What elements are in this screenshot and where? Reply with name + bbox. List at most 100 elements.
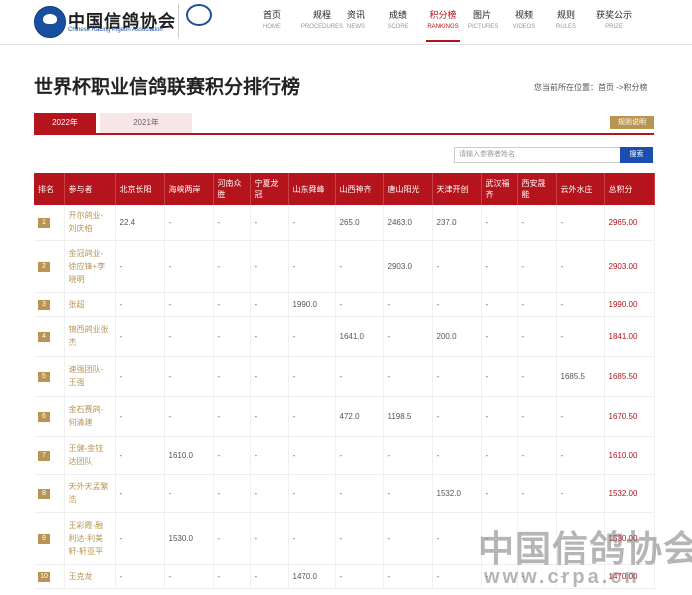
column-header: 唐山阳光 — [383, 173, 433, 205]
score-cell: - — [250, 356, 289, 397]
score-cell: - — [164, 292, 214, 317]
participant-name[interactable]: 王彩霞-融利达-利美轩-轩亚平 — [64, 512, 116, 565]
nav-item-rankings[interactable]: 积分榜 RANKINGS — [426, 8, 460, 42]
score-cell: 1685.5 — [556, 356, 605, 397]
nav-item-score[interactable]: 成绩 SCORE — [384, 8, 412, 42]
participant-name[interactable]: 速强团队-王强 — [64, 356, 116, 397]
score-cell: 1198.5 — [383, 396, 433, 437]
score-cell: - — [432, 240, 482, 293]
score-cell: - — [383, 512, 433, 565]
score-cell: 237.0 — [432, 205, 482, 241]
score-cell: - — [517, 292, 557, 317]
nav-label: 图片 — [472, 10, 491, 20]
rank-badge: 1 — [38, 217, 50, 228]
page-title: 世界杯职业信鸽联赛积分排行榜 — [34, 77, 301, 98]
table-row: 10 王克龙 - - - -1470.0- - - - - -1470.00 — [34, 564, 655, 589]
score-cell: - — [432, 564, 482, 589]
score-cell: 472.0 — [335, 396, 384, 437]
rank-badge: 6 — [38, 411, 50, 422]
nav-item-prize[interactable]: 获奖公示 PRIZE — [594, 8, 634, 42]
search-button[interactable]: 搜索 — [620, 147, 653, 163]
score-cell: - — [556, 292, 605, 317]
score-cell: - — [250, 205, 289, 241]
nav-item-procedures[interactable]: 规程 PROCEDURES — [300, 8, 344, 42]
nav-label: 成绩 — [388, 10, 407, 20]
score-cell: - — [432, 512, 482, 565]
score-cell: - — [517, 474, 557, 513]
score-cell: - — [432, 356, 482, 397]
score-cell: - — [335, 356, 384, 397]
breadcrumb-prefix: 您当前所在位置： — [534, 83, 598, 92]
table-row: 4 锦西鸽业张杰 - - - - -1641.0-200.0- - -1841.00 — [34, 316, 655, 357]
participant-name[interactable]: 张超 — [64, 292, 116, 317]
total-score: 1530.00 — [604, 512, 655, 565]
rank-badge: 7 — [38, 450, 50, 461]
table-row: 5 速强团队-王强 - - - - - - - - - -1685.5 1685.50 — [34, 356, 655, 397]
score-cell: - — [556, 512, 605, 565]
rank-badge: 8 — [38, 488, 50, 499]
score-cell: - — [115, 240, 165, 293]
world-cup-logo — [186, 4, 214, 38]
participant-name[interactable]: 王克龙 — [64, 564, 116, 589]
score-cell: - — [335, 436, 384, 475]
site-logo[interactable]: 中国信鸽协会 Chinese Racing Pigeon Association — [34, 6, 184, 40]
nav-label: 规则 — [556, 10, 575, 20]
search-input[interactable]: 请输入参赛者姓名 — [454, 147, 628, 163]
column-header: 排名 — [34, 173, 65, 205]
score-cell: - — [481, 436, 518, 475]
score-cell: - — [481, 292, 518, 317]
breadcrumb-path[interactable]: 首页 ->积分榜 — [598, 83, 648, 92]
column-header: 宁夏龙冠 — [250, 173, 289, 205]
total-score: 1990.00 — [604, 292, 655, 317]
nav-label: 资讯 — [346, 10, 365, 20]
score-cell: - — [164, 564, 214, 589]
participant-name[interactable]: 开尔鸽业-刘庆柏 — [64, 205, 116, 241]
score-cell: - — [556, 396, 605, 437]
score-cell: 1470.0 — [288, 564, 336, 589]
score-cell: 1641.0 — [335, 316, 384, 357]
rank-badge: 9 — [38, 533, 50, 544]
rank-badge: 10 — [38, 571, 50, 582]
score-cell: - — [288, 436, 336, 475]
score-cell: - — [556, 564, 605, 589]
nav-item-videos[interactable]: 视频 VIDEOS — [510, 8, 538, 42]
nav-label: 规程 — [312, 10, 331, 20]
participant-name[interactable]: 锦西鸽业张杰 — [64, 316, 116, 357]
score-cell: - — [432, 436, 482, 475]
nav-sublabel: NEWS — [347, 24, 365, 30]
nav-item-rules[interactable]: 规则 RULES — [552, 8, 580, 42]
score-cell: - — [250, 564, 289, 589]
score-cell: 1532.0 — [432, 474, 482, 513]
pigeon-logo-icon — [34, 6, 66, 38]
rules-button[interactable]: 规则说明 — [610, 116, 654, 129]
score-cell: - — [288, 512, 336, 565]
column-header: 海峡两岸 — [164, 173, 214, 205]
tab-2022[interactable]: 2022年 — [34, 113, 96, 133]
score-cell: - — [115, 512, 165, 565]
nav-label: 积分榜 — [429, 10, 457, 20]
score-cell: - — [213, 316, 251, 357]
score-cell: - — [517, 436, 557, 475]
nav-item-home[interactable]: 首页 HOME — [258, 8, 286, 42]
score-cell: - — [250, 316, 289, 357]
total-score: 1685.50 — [604, 356, 655, 397]
participant-name[interactable]: 金冠鸽业-徐应锋+李晓明 — [64, 240, 116, 293]
participant-name[interactable]: 王健-金钰达团队 — [64, 436, 116, 475]
score-cell: - — [213, 240, 251, 293]
participant-name[interactable]: 金石赛鸽-何清建 — [64, 396, 116, 437]
score-cell: - — [556, 436, 605, 475]
tab-2021[interactable]: 2021年 — [100, 113, 192, 133]
score-cell: - — [213, 436, 251, 475]
table-row: 9 王彩霞-融利达-利美轩-轩亚平 -1530.0- - - - - - - - -1530.00 — [34, 512, 655, 565]
participant-name[interactable]: 天外天孟繁浩 — [64, 474, 116, 513]
table-row: 3 张超 - - - -1990.0- - - - - -1990.00 — [34, 292, 655, 317]
nav-item-news[interactable]: 资讯 NEWS — [342, 8, 370, 42]
score-cell: - — [164, 240, 214, 293]
score-cell: - — [556, 316, 605, 357]
score-cell: - — [213, 205, 251, 241]
column-header: 西安晟能 — [517, 173, 557, 205]
score-cell: - — [481, 474, 518, 513]
score-cell: - — [383, 436, 433, 475]
score-cell: - — [115, 292, 165, 317]
nav-item-pictures[interactable]: 图片 PICTURES — [468, 8, 498, 42]
